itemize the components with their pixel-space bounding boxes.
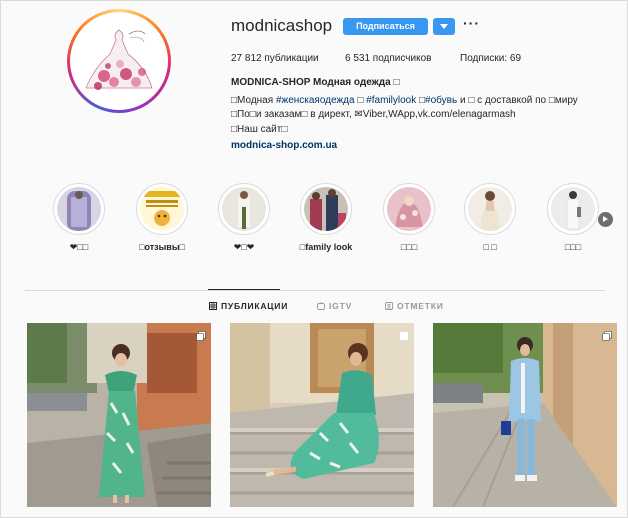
bio-line-1: □Модная #женскаяодежда □ #familylook □#о…: [231, 95, 578, 106]
bio-text: □: [416, 95, 426, 106]
hashtag-link[interactable]: #обувь: [425, 95, 457, 106]
post-photo: [433, 323, 617, 507]
highlight-label: □family look: [299, 242, 353, 252]
carousel-icon: [602, 328, 612, 346]
highlight-cover-image: [387, 187, 431, 231]
tagged-icon: [385, 302, 393, 312]
followers-count[interactable]: 6 531 подписчиков: [345, 53, 431, 64]
post-photo: [27, 323, 211, 507]
story-highlight[interactable]: □□□: [381, 183, 437, 252]
tabs-divider: [25, 290, 605, 291]
profile-page: modnicashop Подписаться ··· 27 812 публи…: [0, 0, 628, 518]
grid-icon: [209, 302, 217, 312]
posts-count[interactable]: 27 812 публикации: [231, 53, 319, 64]
story-highlight[interactable]: □ □: [462, 183, 518, 252]
highlight-cover-image: [468, 187, 512, 231]
bio-line-2: □По□и заказам□ в директ, ✉Viber,WApp,vk.…: [231, 109, 516, 120]
post-thumbnail[interactable]: [433, 323, 617, 507]
story-highlight[interactable]: ❤□❤: [216, 183, 272, 253]
highlight-cover-image: [551, 187, 595, 231]
post-photo: [230, 323, 414, 507]
igtv-icon: [317, 302, 325, 312]
story-highlight[interactable]: □family look: [298, 183, 354, 252]
tab-label: ОТМЕТКИ: [397, 301, 444, 311]
tab-igtv[interactable]: IGTV: [317, 301, 352, 312]
story-highlight[interactable]: □□□: [545, 183, 601, 252]
highlight-label: □□□: [400, 242, 418, 252]
carousel-icon: [196, 328, 206, 346]
active-tab-indicator: [208, 289, 280, 290]
story-highlight[interactable]: ❤□□: [51, 183, 107, 253]
carousel-icon: [399, 328, 409, 346]
hashtag-link[interactable]: #familylook: [366, 95, 416, 106]
highlight-label: ❤□□: [69, 242, 89, 252]
highlight-cover-image: [222, 187, 266, 231]
highlight-label: □отзывы□: [139, 242, 185, 252]
tab-tagged[interactable]: ОТМЕТКИ: [385, 301, 444, 312]
highlight-cover-image: [57, 187, 101, 231]
tab-label: IGTV: [329, 301, 353, 311]
follow-button[interactable]: Подписаться: [343, 18, 428, 35]
highlight-cover-image: [140, 187, 184, 231]
avatar-logo-image: [74, 16, 164, 106]
more-dots-icon[interactable]: ···: [463, 15, 480, 31]
following-count[interactable]: Подписки: 69: [460, 53, 521, 64]
hashtag-link[interactable]: #женскаяодежда: [276, 95, 355, 106]
profile-username: modnicashop: [231, 16, 333, 35]
profile-avatar[interactable]: [67, 9, 171, 113]
profile-full-name: MODNICA-SHOP Модная одежда □: [231, 77, 400, 88]
highlight-label: ❤□❤: [233, 242, 255, 252]
bio-text: □Модная: [231, 95, 276, 106]
bio-text: □: [354, 95, 367, 106]
post-thumbnail[interactable]: [230, 323, 414, 507]
highlight-label: □□□: [564, 242, 582, 252]
suggested-dropdown-button[interactable]: [433, 18, 455, 35]
highlight-label: □ □: [483, 242, 497, 252]
tab-label: ПУБЛИКАЦИИ: [221, 301, 289, 311]
story-highlight[interactable]: □отзывы□: [134, 183, 190, 252]
bio-line-3: □Наш сайт□: [231, 124, 288, 135]
post-thumbnail[interactable]: [27, 323, 211, 507]
tab-posts[interactable]: ПУБЛИКАЦИИ: [209, 301, 288, 312]
highlights-next-arrow-icon[interactable]: [598, 212, 613, 227]
website-link[interactable]: modnica-shop.com.ua: [231, 140, 337, 151]
highlight-cover-image: [304, 187, 348, 231]
bio-text: и □ с доставкой по □миру: [457, 95, 578, 106]
